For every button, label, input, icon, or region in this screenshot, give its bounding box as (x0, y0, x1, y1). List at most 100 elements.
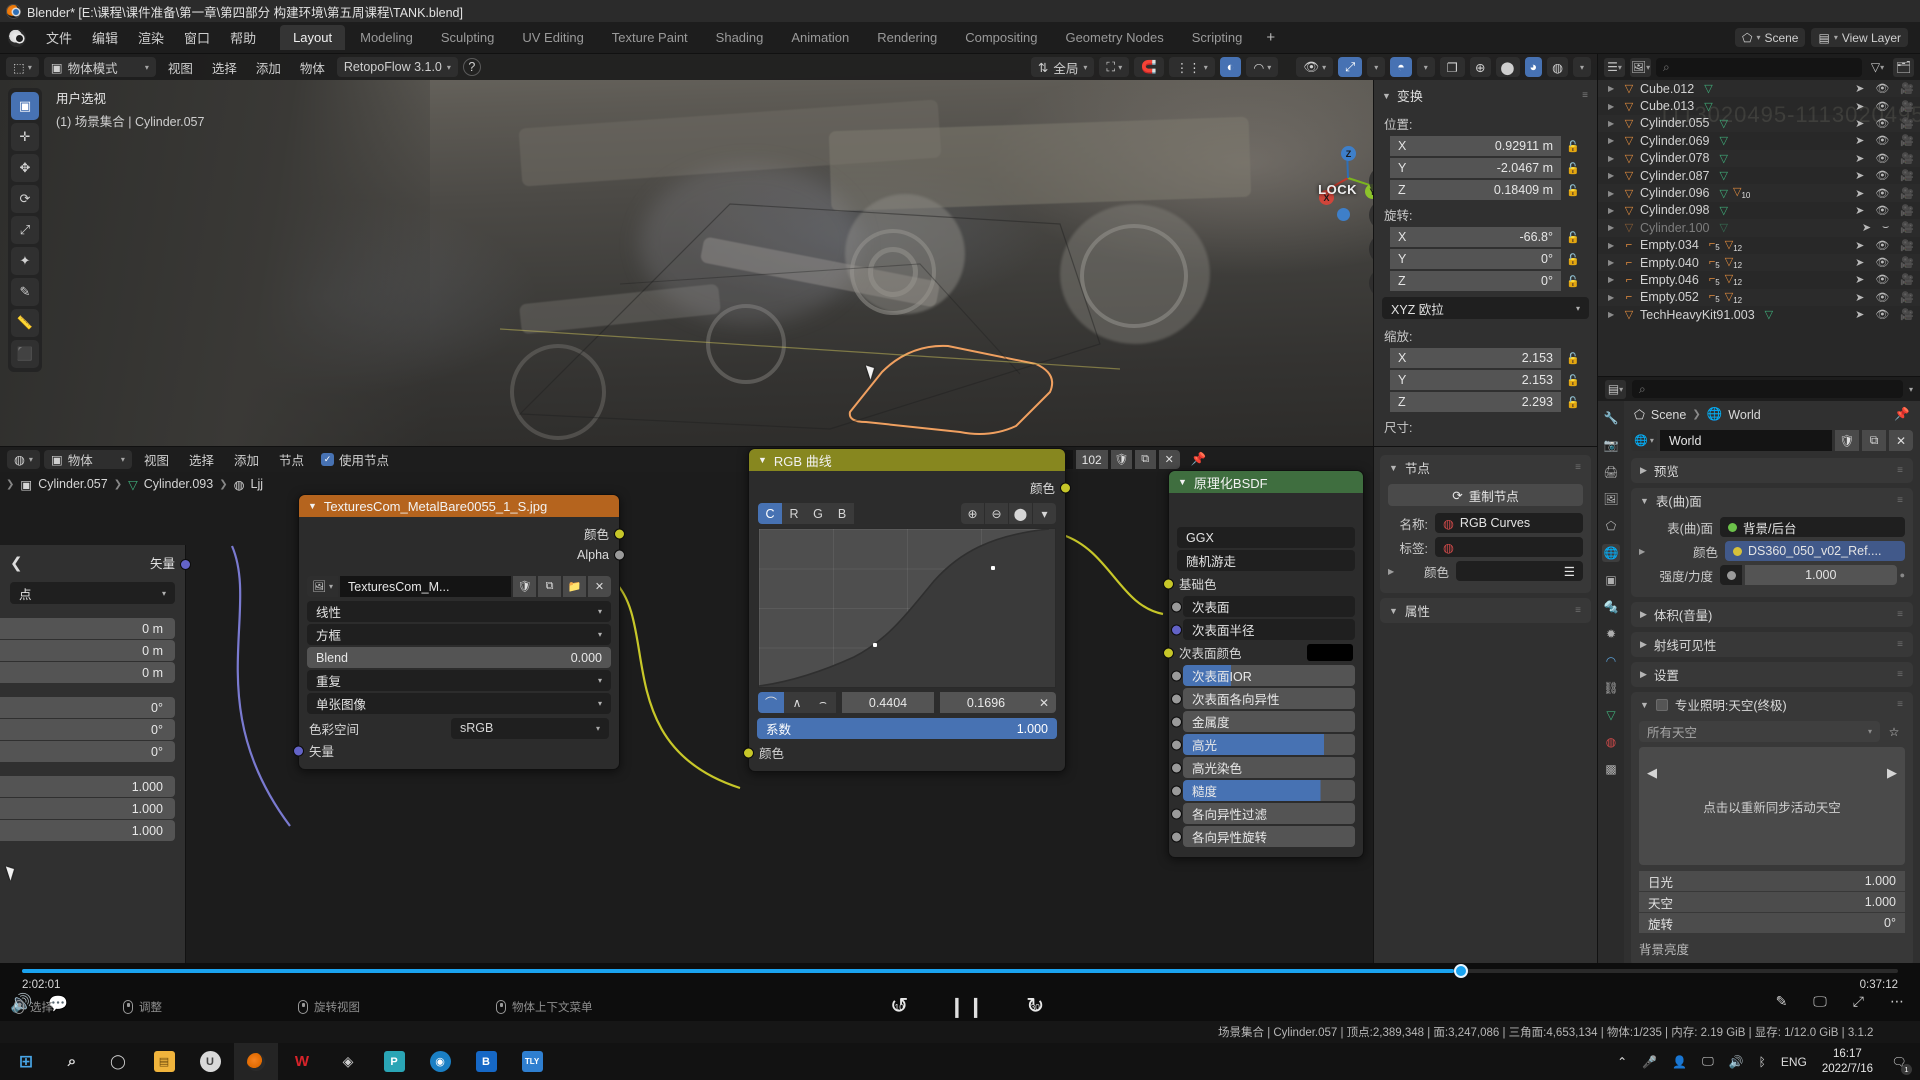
sidebar-location-x[interactable]: 0 m (0, 618, 175, 639)
app-u-button[interactable]: U (188, 1043, 232, 1080)
editor-type-selector[interactable]: ⬚▾ (6, 57, 39, 77)
unlocked-padlock-icon[interactable]: 🔓 (1565, 139, 1581, 155)
sidebar-rotation-x[interactable]: 0° (0, 697, 175, 718)
curve-tab-b[interactable]: B (830, 503, 854, 524)
node-color-field[interactable]: ☰ (1456, 561, 1583, 581)
table-row[interactable]: ▶ ⌐ Empty.034 ⌐5 ▽12 ➤👁🎥 (1598, 237, 1920, 254)
node-name-field[interactable]: ◍ RGB Curves (1435, 513, 1583, 533)
sidebar-scale-y[interactable]: 1.000 (0, 798, 175, 819)
panel-surface-header[interactable]: ▼ 表(曲)面 ≡ (1631, 488, 1913, 513)
menu-help[interactable]: 帮助 (220, 25, 266, 50)
clipping-icon[interactable]: ⬤ (1009, 503, 1032, 524)
file-explorer-button[interactable]: ▤ (142, 1043, 186, 1080)
source-selector[interactable]: 单张图像 ▾ (307, 693, 611, 714)
camera-icon[interactable]: 🎥 (1900, 134, 1914, 147)
tab-constraints[interactable]: ⛓ (1602, 679, 1620, 697)
overlays-toggle[interactable]: ◓ (1390, 57, 1412, 77)
tool-measure[interactable]: 📏 (11, 309, 39, 337)
eye-icon[interactable]: 👁 (1875, 117, 1889, 130)
socket-value-icon[interactable] (1171, 740, 1182, 751)
view-layer-selector[interactable]: ▤ ▾ View Layer (1811, 28, 1908, 47)
shader-menu-add[interactable]: 添加 (226, 450, 267, 469)
socket-color-icon[interactable] (1060, 482, 1071, 493)
socket-vector-icon[interactable] (180, 559, 191, 570)
duplicate-icon[interactable]: ⧉ (1862, 430, 1886, 451)
selectable-cursor-icon[interactable]: ➤ (1855, 273, 1864, 286)
table-row[interactable]: ▶ ⌐ Empty.046 ⌐5 ▽12 ➤👁🎥 (1598, 271, 1920, 288)
socket-color-icon[interactable] (614, 528, 625, 539)
forward-30-icon[interactable]: ↻30 (1026, 993, 1044, 1019)
tab-texture[interactable]: ▩ (1602, 760, 1620, 778)
rotation-x-field[interactable]: X -66.8° (1390, 227, 1561, 247)
pause-icon[interactable]: ❙❙ (948, 994, 986, 1019)
table-row[interactable]: ▶ ▽ Cube.012 ▽ ➤👁🎥 (1598, 80, 1920, 97)
shader-menu-node[interactable]: 节点 (271, 450, 312, 469)
expand-triangle-icon[interactable]: ▶ (1608, 171, 1621, 180)
tab-geometry-nodes[interactable]: Geometry Nodes (1052, 25, 1176, 50)
tab-scripting[interactable]: Scripting (1179, 25, 1256, 50)
tab-tool[interactable]: 🔧 (1602, 409, 1620, 427)
tab-shading[interactable]: Shading (703, 25, 777, 50)
close-icon[interactable]: ✕ (588, 576, 611, 597)
filter-funnel-icon[interactable]: ▽▾ (1867, 58, 1888, 77)
fac-slider[interactable]: 系数 1.000 (757, 718, 1057, 739)
edge-browser-button[interactable]: ◉ (418, 1043, 462, 1080)
proportional-falloff-selector[interactable]: ◠▾ (1246, 57, 1278, 77)
tab-material[interactable]: ◍ (1602, 733, 1620, 751)
expand-triangle-icon[interactable]: ▶ (1608, 189, 1621, 198)
add-workspace-button[interactable]: + (1257, 26, 1284, 49)
node-rgb-curves-header[interactable]: ▼ RGB 曲线 (749, 449, 1065, 471)
unlocked-padlock-icon[interactable]: 🔓 (1565, 230, 1581, 246)
rotation-z-field[interactable]: Z 0° (1390, 271, 1561, 291)
camera-icon[interactable]: 🎥 (1900, 117, 1914, 130)
menu-file[interactable]: 文件 (36, 25, 82, 50)
pin-icon[interactable]: 📌 (1183, 450, 1215, 469)
tab-rendering[interactable]: Rendering (864, 25, 950, 50)
eye-icon[interactable]: 👁 (1875, 169, 1889, 182)
socket-value-icon[interactable] (1171, 602, 1182, 613)
tab-data[interactable]: ▽ (1602, 706, 1620, 724)
extension-selector[interactable]: 重复 ▾ (307, 670, 611, 691)
screenshot-icon[interactable]: 🖵 (1813, 993, 1827, 1010)
breadcrumb-material[interactable]: Ljj (251, 477, 264, 491)
tab-view-layer[interactable]: 🖼 (1602, 490, 1620, 508)
overlay-settings[interactable]: ▾ (1417, 57, 1435, 77)
mapping-type-selector[interactable]: 点 ▾ (10, 582, 175, 604)
node-principled-bsdf[interactable]: ▼ 原理化BSDF GGX 随机游走 基础色 (1168, 470, 1364, 858)
camera-icon[interactable]: 🎥 (1900, 291, 1914, 304)
properties-panel-header[interactable]: ▼ 属性 ≡ (1380, 598, 1591, 623)
playback-progress-track[interactable] (22, 969, 1898, 973)
subsurface-anisotropy-field[interactable]: 次表面各向异性 (1183, 688, 1355, 709)
expand-triangle-icon[interactable]: ▶ (1608, 206, 1621, 215)
delete-point-icon[interactable]: ✕ (1032, 692, 1056, 713)
transform-panel-header[interactable]: ▼ 变换 ≡ (1374, 80, 1597, 111)
shader-menu-view[interactable]: 视图 (136, 450, 177, 469)
sss-method-selector[interactable]: 随机游走 (1177, 550, 1355, 571)
socket-value-icon[interactable] (1171, 694, 1182, 705)
more-icon[interactable]: ⋯ (1890, 993, 1904, 1010)
sidebar-rotation-z[interactable]: 0° (0, 741, 175, 762)
socket-vector-icon[interactable] (293, 745, 304, 756)
object-mode-selector[interactable]: ▣物体模式 ▾ (44, 57, 156, 77)
eye-closed-icon[interactable]: ⌣ (1882, 221, 1889, 234)
scene-selector[interactable]: ⬠ ▾ Scene (1735, 28, 1805, 47)
position-z-field[interactable]: Z 0.18409 m (1390, 180, 1561, 200)
scale-x-field[interactable]: X 2.153 (1390, 348, 1561, 368)
curve-point-x[interactable]: 0.4404 (842, 692, 934, 713)
new-collection-icon[interactable]: 🗂 (1893, 58, 1914, 77)
selectable-cursor-icon[interactable]: ➤ (1855, 291, 1864, 304)
expand-triangle-icon[interactable]: ▶ (1608, 275, 1621, 284)
app-diamond-button[interactable]: ◈ (326, 1043, 370, 1080)
projection-selector[interactable]: 方框 ▾ (307, 624, 611, 645)
selectable-cursor-icon[interactable]: ➤ (1855, 187, 1864, 200)
app-b-button[interactable]: B (464, 1043, 508, 1080)
sky-category-selector[interactable]: 所有天空 ▾ (1639, 721, 1880, 742)
rewind-10-icon[interactable]: ↺10 (890, 993, 908, 1019)
expand-triangle-icon[interactable]: ▶ (1608, 136, 1621, 145)
breadcrumb-world[interactable]: World (1728, 408, 1760, 422)
expand-triangle-icon[interactable]: ▶ (1608, 223, 1621, 232)
eye-icon[interactable]: 👁 (1875, 204, 1889, 217)
shader-menu-select[interactable]: 选择 (181, 450, 222, 469)
chevron-up-icon[interactable]: ⌃ (1617, 1055, 1627, 1069)
sky-preview[interactable]: ◀ 点击以重新同步活动天空 ▶ (1639, 747, 1905, 865)
